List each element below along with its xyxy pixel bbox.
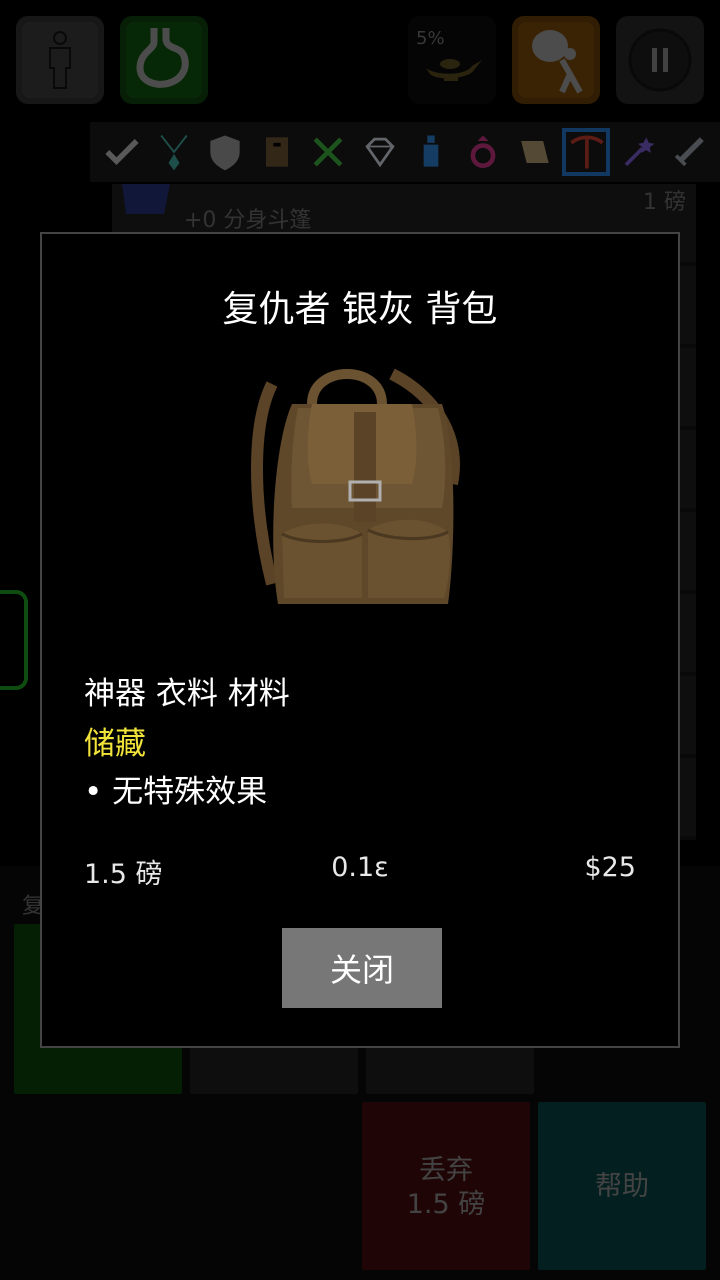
- close-button[interactable]: 关闭: [282, 928, 442, 1008]
- item-tag: 储藏: [84, 726, 146, 762]
- backpack-image: [251, 368, 460, 604]
- item-detail-dialog: 复仇者 银灰 背包 神器 衣料 材料 储藏 • 无特殊效果 1.5 磅 0.1ε…: [40, 232, 680, 1048]
- item-categories: 神器 衣料 材料: [84, 676, 290, 712]
- item-effect: • 无特殊效果: [84, 774, 268, 810]
- item-title: 复仇者 银灰 背包: [222, 289, 498, 330]
- item-volume: 0.1ε: [331, 852, 389, 883]
- item-price: $25: [584, 852, 636, 883]
